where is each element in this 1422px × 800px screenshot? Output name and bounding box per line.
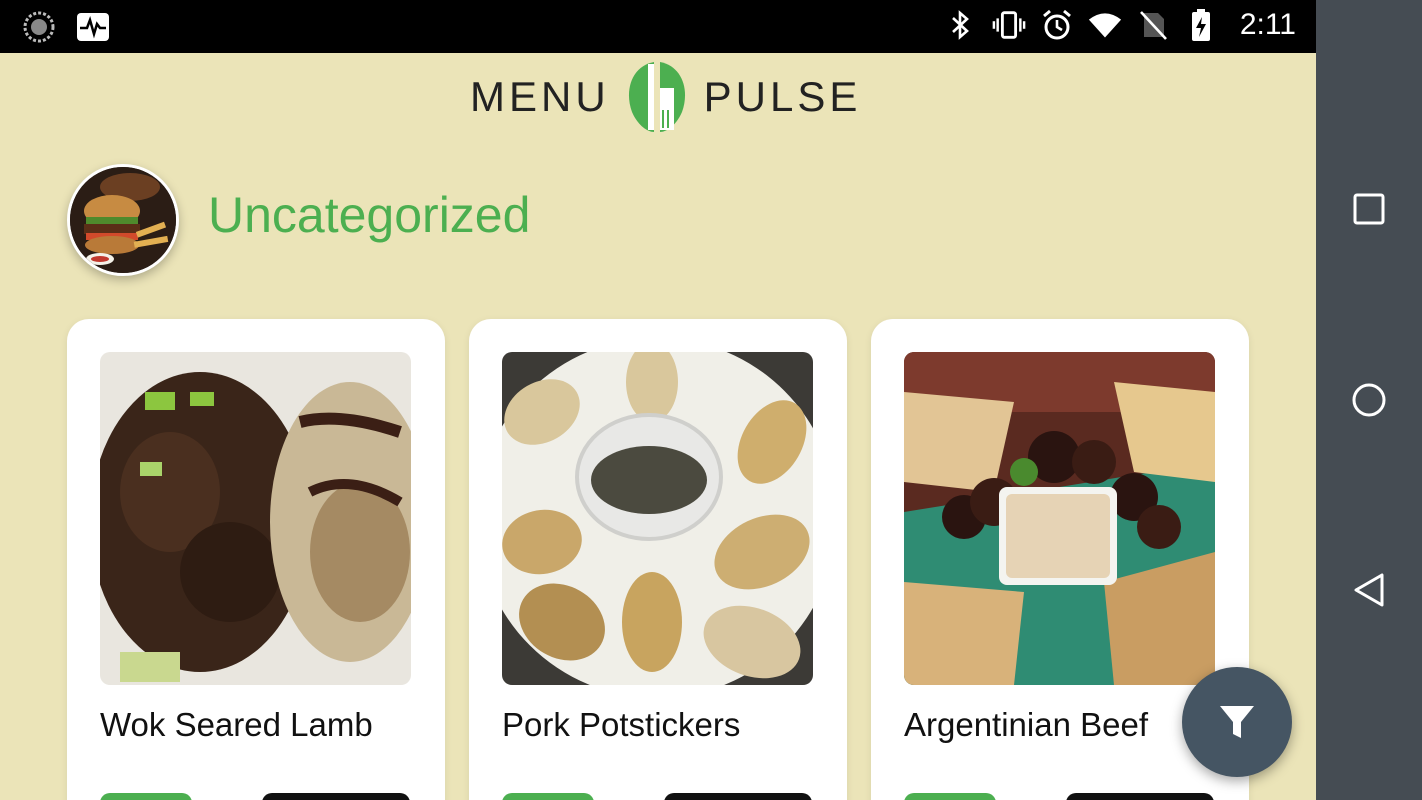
- vibrate-icon: [992, 8, 1026, 42]
- clock-time: 2:11: [1239, 8, 1296, 41]
- status-bar: 2:11: [0, 0, 1316, 53]
- fork-knife-logo-icon: [628, 62, 685, 132]
- dish-photo: [502, 352, 813, 685]
- dish-photo: [100, 352, 411, 685]
- add-button[interactable]: [664, 793, 812, 800]
- bluetooth-icon: [944, 8, 978, 42]
- category-avatar[interactable]: [67, 164, 179, 276]
- add-button[interactable]: [262, 793, 410, 800]
- navigation-bar: [1316, 0, 1422, 800]
- filter-icon: [1220, 706, 1254, 738]
- recents-button[interactable]: [1349, 189, 1389, 229]
- alarm-icon: [1040, 8, 1074, 42]
- dish-name: Argentinian Beef: [904, 706, 1149, 743]
- battery-charging-icon: [1184, 8, 1218, 42]
- price-tag: [100, 793, 192, 800]
- back-icon: [1354, 573, 1384, 607]
- back-button[interactable]: [1349, 570, 1389, 610]
- sync-icon: [22, 10, 56, 44]
- dish-photo: [904, 352, 1215, 685]
- app-content: MENU PULSE Uncategorized Wok Seared Lamb…: [0, 53, 1316, 800]
- wifi-icon: [1088, 8, 1122, 42]
- price-tag: [904, 793, 996, 800]
- home-icon: [1352, 383, 1386, 417]
- home-button[interactable]: [1349, 380, 1389, 420]
- recents-icon: [1353, 193, 1385, 225]
- filter-button[interactable]: [1182, 667, 1292, 777]
- activity-monitor-icon: [76, 10, 110, 44]
- app-logo: MENU PULSE: [470, 59, 861, 135]
- logo-text-right: PULSE: [703, 73, 862, 120]
- dish-name: Pork Potstickers: [502, 706, 741, 743]
- logo-text-left: MENU: [470, 73, 610, 120]
- price-tag: [502, 793, 594, 800]
- menu-item-card[interactable]: Wok Seared Lamb: [67, 319, 445, 800]
- menu-item-card[interactable]: Pork Potstickers: [469, 319, 847, 800]
- add-button[interactable]: [1066, 793, 1214, 800]
- no-sim-icon: [1136, 8, 1170, 42]
- category-title: Uncategorized: [208, 187, 531, 243]
- dish-name: Wok Seared Lamb: [100, 706, 373, 743]
- burger-image: [70, 167, 176, 273]
